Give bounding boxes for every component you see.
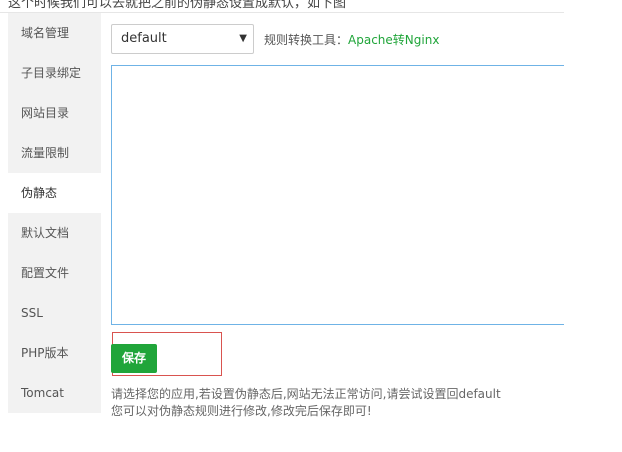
sidebar-item-subdirectory-binding[interactable]: 子目录绑定 [8,53,101,93]
top-caption: 这个时候我们可以去就把之前的伪静态设置成默认，如下图 [8,0,347,11]
sidebar-item-php-version[interactable]: PHP版本 [8,333,101,373]
help-text-line-1: 请选择您的应用,若设置伪静态后,网站无法正常访问,请尝试设置回default [111,387,501,401]
sidebar-item-config-file[interactable]: 配置文件 [8,253,101,293]
rule-conversion-tool: 规则转换工具：Apache转Nginx [264,31,439,48]
sidebar-nav: 域名管理 子目录绑定 网站目录 流量限制 伪静态 默认文档 配置文件 SSL P… [8,13,101,413]
select-value: default [121,31,167,46]
rule-conversion-label: 规则转换工具： [264,33,349,47]
sidebar-item-rewrite[interactable]: 伪静态 [8,173,101,213]
rewrite-rules-editor[interactable] [111,65,571,325]
rewrite-template-select[interactable]: default ▼ [111,24,254,54]
sidebar-item-tomcat[interactable]: Tomcat [8,373,101,413]
apache-to-nginx-link[interactable]: Apache转Nginx [348,33,439,47]
sidebar-item-domain-management[interactable]: 域名管理 [8,13,101,53]
save-button[interactable]: 保存 [111,344,157,373]
right-cut-area [564,0,622,452]
sidebar-item-site-directory[interactable]: 网站目录 [8,93,101,133]
chevron-down-icon: ▼ [239,33,247,44]
sidebar-item-default-document[interactable]: 默认文档 [8,213,101,253]
sidebar-item-traffic-limit[interactable]: 流量限制 [8,133,101,173]
sidebar-item-ssl[interactable]: SSL [8,293,101,333]
help-text-line-2: 您可以对伪静态规则进行修改,修改完后保存即可! [111,404,372,418]
